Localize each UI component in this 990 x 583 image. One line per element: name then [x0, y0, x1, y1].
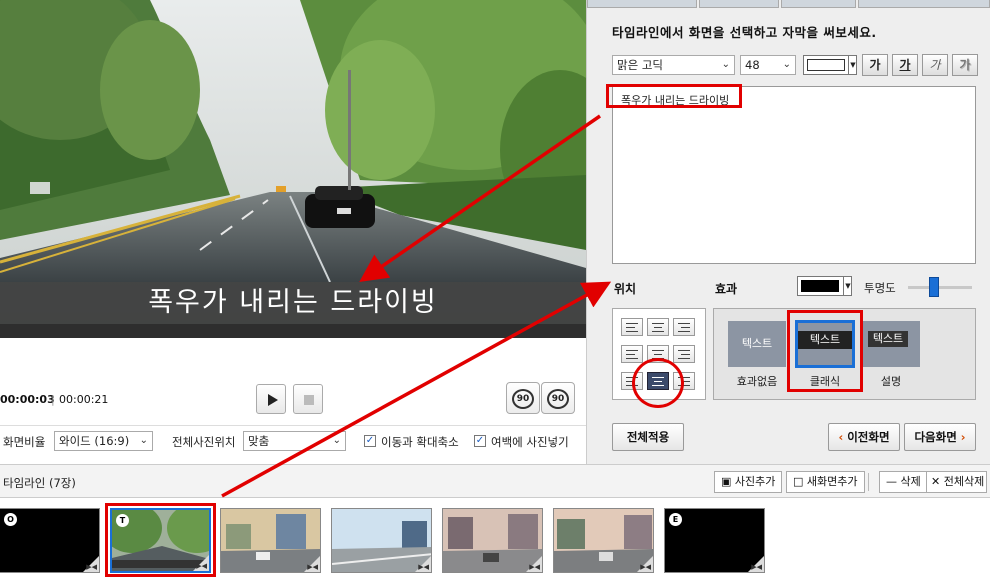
app-window: 폭우가 내리는 드라이빙 00:00:03 | 00:00:21 90 90 화… — [0, 0, 990, 583]
arrow-to-caption — [359, 114, 601, 282]
arrow-to-position — [221, 281, 612, 498]
annotation-arrows — [221, 114, 612, 498]
